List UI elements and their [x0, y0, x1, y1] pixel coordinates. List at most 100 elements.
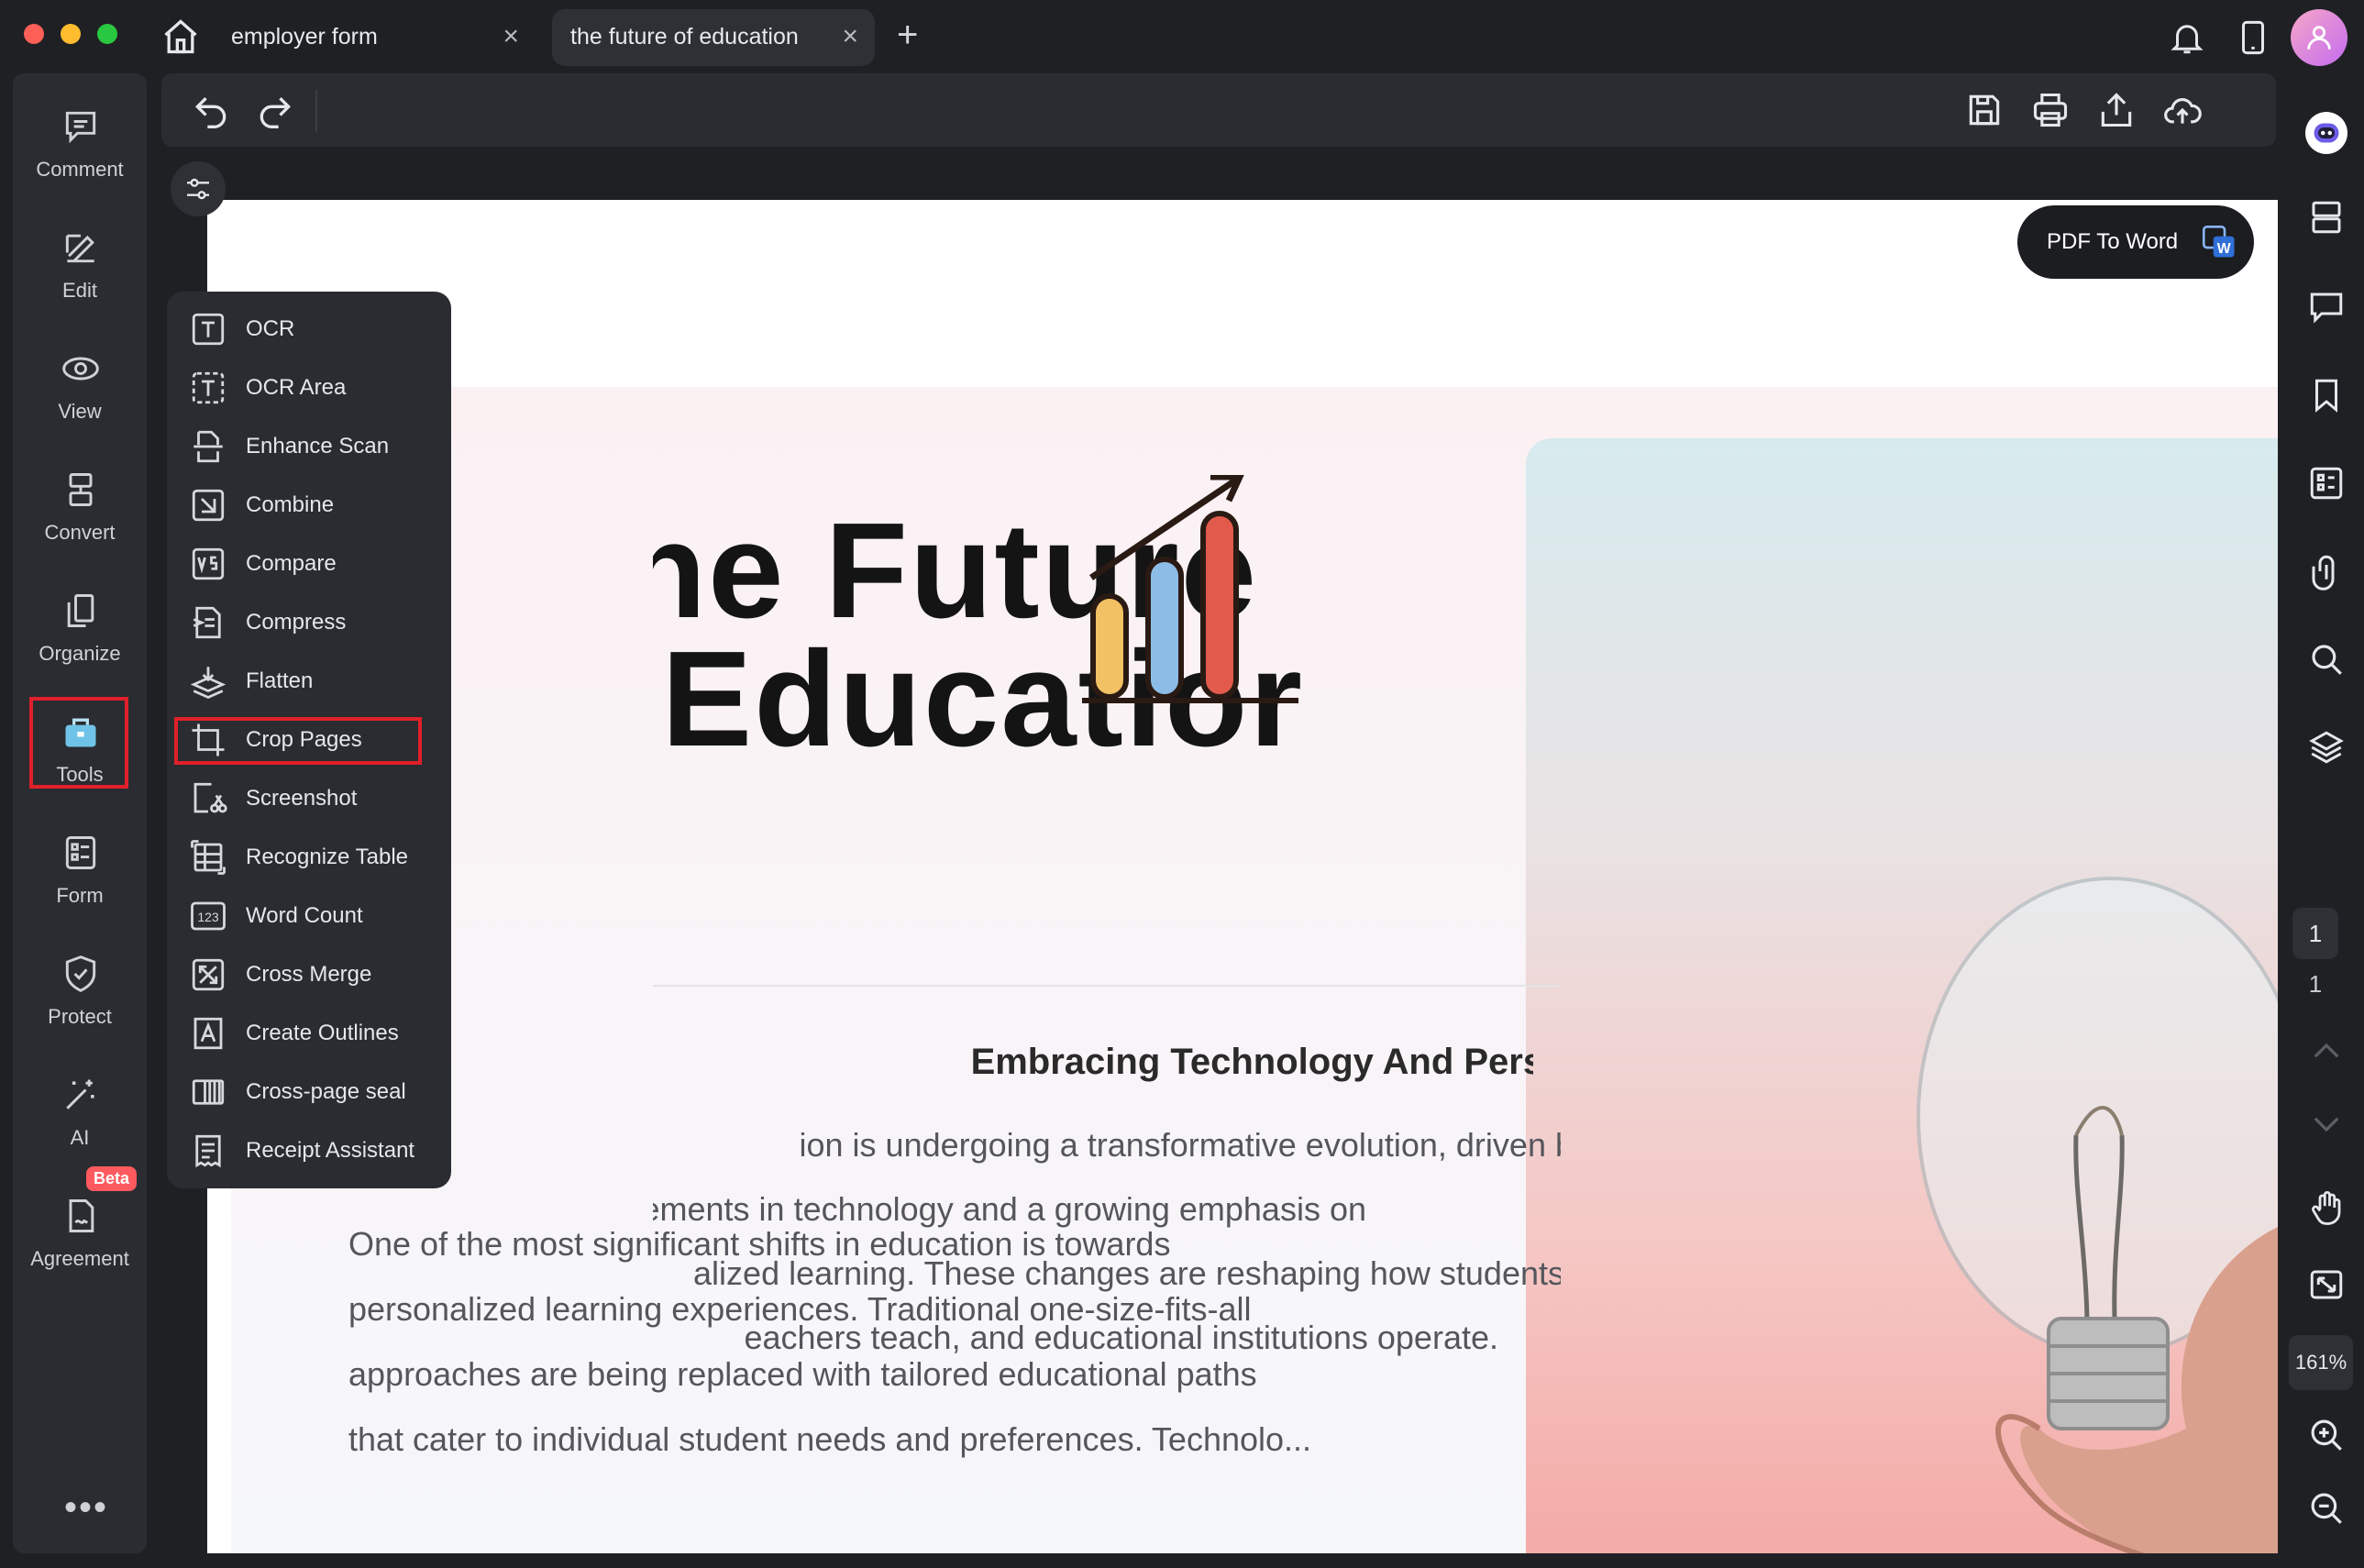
- more-icon[interactable]: •••: [64, 1487, 108, 1529]
- filter-button[interactable]: [171, 161, 226, 216]
- sidebar-item-comment[interactable]: Comment: [13, 92, 147, 193]
- agreement-icon: [69, 1199, 94, 1232]
- zoom-out-icon[interactable]: [2307, 1489, 2346, 1528]
- menu-item-flatten[interactable]: Flatten: [167, 651, 451, 710]
- sidebar-item-agreement[interactable]: Agreement: [13, 1181, 147, 1282]
- print-icon[interactable]: [2030, 90, 2071, 130]
- paragraph-line: approaches are being replaced with tailo…: [348, 1355, 1257, 1393]
- paragraph-line: ion is undergoing a transformative evolu…: [799, 1126, 1562, 1164]
- menu-item-label: Enhance Scan: [246, 434, 390, 458]
- sidebar-item-label: Form: [56, 884, 104, 907]
- robot-icon: [2314, 123, 2339, 143]
- sliders-icon: [187, 178, 209, 200]
- growth-chart-illustration: [1082, 475, 1298, 703]
- share-icon[interactable]: [2096, 90, 2137, 130]
- chevron-up-icon[interactable]: [2307, 1032, 2346, 1071]
- pdf-to-word-button[interactable]: PDF To Word W: [2017, 205, 2254, 279]
- menu-item-compare[interactable]: Compare: [167, 534, 451, 592]
- lightbulb-photo: [1526, 438, 2278, 1553]
- zoom-level[interactable]: 161%: [2289, 1335, 2353, 1390]
- search-icon[interactable]: [2307, 640, 2346, 679]
- svg-text:123: 123: [197, 910, 219, 924]
- attachment-icon[interactable]: [2307, 552, 2346, 591]
- tab-close-icon[interactable]: ×: [503, 21, 519, 52]
- menu-item-ocr[interactable]: OCR: [167, 299, 451, 358]
- flatten-icon: [190, 667, 226, 700]
- toolbar-separator: [315, 90, 317, 132]
- home-icon[interactable]: [160, 17, 202, 57]
- eye-icon: [62, 357, 99, 381]
- close-window-button[interactable]: [24, 24, 44, 44]
- screenshot-icon: [193, 782, 227, 813]
- title-bar: employer form × the future of education …: [0, 0, 2364, 73]
- menu-item-compress[interactable]: Compress: [167, 592, 451, 651]
- sidebar-item-edit[interactable]: Edit: [13, 213, 147, 314]
- user-icon: [2307, 26, 2331, 50]
- menu-item-label: OCR: [246, 316, 295, 341]
- menu-item-cross-page-seal[interactable]: Cross-page seal: [167, 1062, 451, 1121]
- sidebar-item-protect[interactable]: Protect: [13, 939, 147, 1040]
- menu-item-receipt-assistant[interactable]: Receipt Assistant: [167, 1121, 451, 1179]
- tools-highlight-box: [29, 697, 128, 789]
- ai-assistant-button[interactable]: [2305, 112, 2347, 154]
- current-page-input[interactable]: 1: [2292, 908, 2338, 959]
- redo-icon[interactable]: [255, 90, 295, 130]
- app-window: employer form × the future of education …: [0, 0, 2364, 1568]
- hand-tool-icon[interactable]: [2307, 1188, 2346, 1227]
- tab-employer-form[interactable]: employer form ×: [213, 9, 536, 66]
- sidebar-item-label: Protect: [48, 1005, 112, 1028]
- zoom-in-icon[interactable]: [2307, 1416, 2346, 1454]
- menu-item-label: Combine: [246, 492, 335, 517]
- bookmark-icon[interactable]: [2307, 376, 2346, 414]
- menu-item-enhance-scan[interactable]: Enhance Scan: [167, 416, 451, 475]
- sidebar-item-form[interactable]: Form: [13, 818, 147, 919]
- menu-item-recognize-table[interactable]: Recognize Table: [167, 827, 451, 886]
- sidebar-item-label: Agreement: [30, 1247, 129, 1270]
- fit-page-icon[interactable]: [2307, 1265, 2346, 1304]
- outlines-icon: [193, 1017, 223, 1050]
- left-sidebar: Comment Edit View Convert Organize Tools…: [13, 73, 147, 1553]
- sidebar-item-label: Edit: [62, 279, 97, 302]
- chevron-down-icon[interactable]: [2307, 1104, 2346, 1143]
- menu-item-cross-merge[interactable]: Cross Merge: [167, 944, 451, 1003]
- combine-icon: [192, 489, 225, 522]
- undo-icon[interactable]: [191, 90, 231, 130]
- form-fields-icon[interactable]: [2307, 464, 2346, 502]
- tab-label: the future of education: [570, 24, 799, 50]
- menu-item-word-count[interactable]: 123 Word Count: [167, 886, 451, 944]
- menu-item-combine[interactable]: Combine: [167, 475, 451, 534]
- sidebar-item-view[interactable]: View: [13, 334, 147, 435]
- layers-icon[interactable]: [2307, 728, 2346, 767]
- cloud-upload-icon[interactable]: [2162, 90, 2203, 130]
- sidebar-item-convert[interactable]: Convert: [13, 455, 147, 556]
- sidebar-item-ai[interactable]: AI: [13, 1060, 147, 1161]
- menu-item-ocr-area[interactable]: OCR Area: [167, 358, 451, 416]
- maximize-window-button[interactable]: [97, 24, 117, 44]
- shield-icon: [65, 955, 96, 992]
- word-count-icon: 123: [191, 901, 226, 931]
- menu-item-create-outlines[interactable]: Create Outlines: [167, 1003, 451, 1062]
- tab-the-future-of-education[interactable]: the future of education ×: [552, 9, 875, 66]
- minimize-window-button[interactable]: [61, 24, 81, 44]
- page-layout-icon[interactable]: [2307, 198, 2346, 237]
- tablet-icon[interactable]: [2234, 18, 2272, 57]
- bell-icon[interactable]: [2168, 18, 2206, 57]
- sidebar-item-organize[interactable]: Organize: [13, 576, 147, 677]
- tab-close-icon[interactable]: ×: [842, 21, 858, 52]
- comments-icon[interactable]: [2307, 288, 2346, 326]
- menu-item-label: Compress: [246, 610, 347, 635]
- menu-item-label: Receipt Assistant: [246, 1138, 415, 1163]
- avatar[interactable]: [2291, 9, 2347, 66]
- sidebar-item-label: Comment: [36, 158, 124, 181]
- save-icon[interactable]: [1964, 90, 2005, 130]
- organize-icon: [67, 594, 94, 627]
- receipt-icon: [195, 1134, 221, 1168]
- sidebar-item-label: AI: [70, 1126, 90, 1149]
- menu-item-label: Flatten: [246, 668, 314, 693]
- total-pages: 1: [2308, 970, 2323, 998]
- menu-item-screenshot[interactable]: Screenshot: [167, 768, 451, 827]
- ocr-area-icon: [192, 371, 225, 404]
- crop-pages-highlight-box: [174, 717, 422, 765]
- pdf-page: he Future f Educatior Embracing Technolo…: [207, 200, 2278, 1553]
- new-tab-button[interactable]: +: [897, 15, 918, 56]
